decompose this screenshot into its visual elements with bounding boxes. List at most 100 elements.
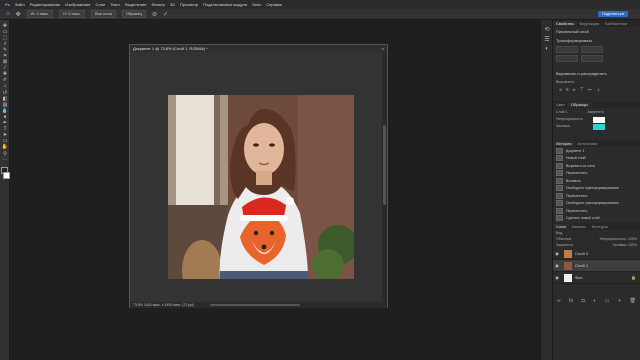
share-button[interactable]: Поделиться bbox=[597, 11, 628, 17]
opacity-field[interactable]: Непрозрачность: 100% bbox=[600, 237, 637, 241]
history-item[interactable]: Свободное трансформирование bbox=[553, 200, 640, 208]
layers-select[interactable]: Все слои bbox=[91, 10, 116, 18]
history-tabs: История Источники bbox=[553, 140, 640, 147]
toolbar: ✥ ▭ ⬚ ℓ ✎ ⌗ ⊠ ⁄ ✚ ✐ ⊥ ↺ ◧ ▤ 💧 ● ✒ T ➤ ▭ … bbox=[0, 20, 10, 360]
new-layer-icon[interactable]: + bbox=[618, 298, 621, 304]
tab-paths[interactable]: Контуры bbox=[589, 224, 611, 229]
visibility-eye-icon[interactable]: ◉ bbox=[553, 275, 561, 280]
menu-item-select[interactable]: Выделение bbox=[125, 2, 146, 7]
width-field[interactable]: W: 0 пикс. bbox=[26, 10, 54, 18]
horizontal-scroll-thumb[interactable] bbox=[210, 304, 300, 306]
history-step-icon bbox=[556, 155, 563, 162]
align-center-icon[interactable]: ≡ bbox=[566, 87, 569, 93]
history-item[interactable]: Переместить bbox=[553, 170, 640, 178]
tab-color[interactable]: Цвет bbox=[553, 102, 568, 107]
transform-x-field[interactable] bbox=[556, 55, 578, 62]
history-item[interactable]: Новый слой bbox=[553, 155, 640, 163]
align-bottom-icon[interactable]: ⊥ bbox=[596, 87, 600, 93]
tool-preset-icon[interactable]: ✥ bbox=[16, 11, 21, 18]
layers-footer: ∞ fx ◘ ◐ ▭ + 🗑 bbox=[553, 298, 640, 304]
link-icon[interactable]: ∞ bbox=[557, 298, 561, 304]
tab-sources[interactable]: Источники bbox=[575, 141, 600, 146]
history-item[interactable]: Переместить bbox=[553, 207, 640, 215]
menu-item-window[interactable]: Окно bbox=[252, 2, 261, 7]
align-top-icon[interactable]: ⊤ bbox=[580, 87, 584, 93]
history-item[interactable]: Вставить bbox=[553, 177, 640, 185]
menu-item-type[interactable]: Текст bbox=[110, 2, 120, 7]
align-sub-label: Выровнять: bbox=[556, 80, 575, 84]
color-row-2: Непрозрачность: bbox=[556, 117, 584, 121]
adjustment-icon[interactable]: ◐ bbox=[593, 298, 596, 304]
tab-libraries[interactable]: Библиотеки bbox=[602, 21, 630, 26]
history-item[interactable]: Переместить bbox=[553, 192, 640, 200]
layer-row[interactable]: ◉ Фон 🔒 bbox=[553, 272, 640, 284]
layer-thumbnail bbox=[564, 273, 572, 282]
color-tabs: Цвет Образцы bbox=[553, 101, 640, 108]
mask-icon[interactable]: ◘ bbox=[582, 298, 585, 304]
color-swatch-white[interactable] bbox=[593, 117, 605, 123]
color-panel-body: Слой 1 Непрозрачность: Заливка: Закрепит… bbox=[553, 108, 640, 140]
app-logo[interactable]: Ps bbox=[5, 2, 10, 7]
align-left-icon[interactable]: ⫷ bbox=[559, 87, 562, 93]
history-item[interactable]: Свободное трансформирование bbox=[553, 185, 640, 193]
menu-item-view[interactable]: Просмотр bbox=[180, 2, 198, 7]
transform-label: Трансформировать bbox=[556, 38, 593, 43]
history-item[interactable]: Сделать новый слой bbox=[553, 215, 640, 223]
menu-item-help[interactable]: Справка bbox=[266, 2, 282, 7]
menu-item-file[interactable]: Файл bbox=[15, 2, 25, 7]
menu-bar: Ps Файл Редактирование Изображение Слои … bbox=[0, 0, 640, 9]
menu-item-filter[interactable]: Фильтр bbox=[151, 2, 164, 7]
transform-h-field[interactable] bbox=[581, 46, 603, 53]
tab-history[interactable]: История bbox=[553, 141, 575, 146]
document-window: Документ 1 @ 73,6% (Слой 1, RGB/8#) * × bbox=[129, 44, 388, 308]
height-field[interactable]: H: 0 пикс. bbox=[59, 10, 85, 18]
menu-item-layers[interactable]: Слои bbox=[95, 2, 105, 7]
transform-y-field[interactable] bbox=[581, 55, 603, 62]
canvas-area[interactable] bbox=[130, 52, 382, 302]
history-item[interactable]: Документ 1 bbox=[553, 147, 640, 155]
layer-thumbnail bbox=[564, 261, 572, 270]
background-color-swatch[interactable] bbox=[3, 172, 10, 180]
color-swatch-cyan[interactable] bbox=[593, 124, 605, 130]
tab-adjustments[interactable]: Коррекция bbox=[577, 21, 603, 26]
tab-properties[interactable]: Свойства bbox=[553, 21, 577, 26]
transform-w-field[interactable] bbox=[556, 46, 578, 53]
vertical-scroll-thumb[interactable] bbox=[383, 125, 386, 205]
menu-item-edit[interactable]: Редактирование bbox=[30, 2, 60, 7]
tab-channels[interactable]: Каналы bbox=[569, 224, 589, 229]
panel-icon-strip: ⟲ ☰ ◐ bbox=[540, 20, 552, 360]
canvas-image bbox=[168, 95, 354, 279]
align-label: Выровнять и распределить bbox=[556, 71, 607, 76]
align-middle-icon[interactable]: ⊢ bbox=[588, 87, 592, 93]
sample-select[interactable]: Образец bbox=[121, 10, 146, 18]
tab-swatches[interactable]: Образцы bbox=[567, 102, 591, 107]
document-tab[interactable]: Документ 1 @ 73,6% (Слой 1, RGB/8#) * × bbox=[130, 45, 387, 52]
close-icon[interactable]: × bbox=[382, 45, 384, 52]
menu-item-image[interactable]: Изображение bbox=[65, 2, 90, 7]
history-step-icon bbox=[556, 170, 563, 177]
fill-field[interactable]: Заливка: 100% bbox=[613, 243, 637, 247]
menu-item-plugins[interactable]: Подключаемые модули bbox=[203, 2, 247, 7]
layer-row[interactable]: ◉ Слой 2 bbox=[553, 248, 640, 260]
layer-thumbnail bbox=[564, 249, 572, 258]
commit-icon[interactable]: ✓ bbox=[163, 11, 168, 18]
history-step-icon bbox=[556, 177, 563, 184]
lock-options[interactable]: Закрепить: bbox=[556, 243, 574, 247]
visibility-eye-icon[interactable]: ◉ bbox=[553, 263, 561, 268]
group-icon[interactable]: ▭ bbox=[605, 298, 610, 304]
history-item[interactable]: Вырезать из слоя bbox=[553, 162, 640, 170]
align-right-icon[interactable]: ⫸ bbox=[573, 87, 576, 93]
blend-mode-select[interactable]: Обычные bbox=[556, 237, 571, 241]
properties-tabs: Свойства Коррекция Библиотеки bbox=[553, 20, 640, 27]
color-row-3: Заливка: bbox=[556, 124, 571, 128]
home-icon[interactable]: ⌂ bbox=[6, 11, 10, 17]
visibility-eye-icon[interactable]: ◉ bbox=[553, 251, 561, 256]
cancel-icon[interactable]: ⊘ bbox=[152, 11, 157, 18]
tab-layers[interactable]: Слои bbox=[553, 224, 569, 229]
layer-name: Слой 2 bbox=[575, 251, 589, 256]
history-step-icon bbox=[556, 162, 563, 169]
trash-icon[interactable]: 🗑 bbox=[630, 298, 636, 304]
fx-icon[interactable]: fx bbox=[569, 298, 573, 304]
layer-row[interactable]: ◉ Слой 1 bbox=[553, 260, 640, 272]
menu-item-3d[interactable]: 3D bbox=[170, 2, 175, 7]
